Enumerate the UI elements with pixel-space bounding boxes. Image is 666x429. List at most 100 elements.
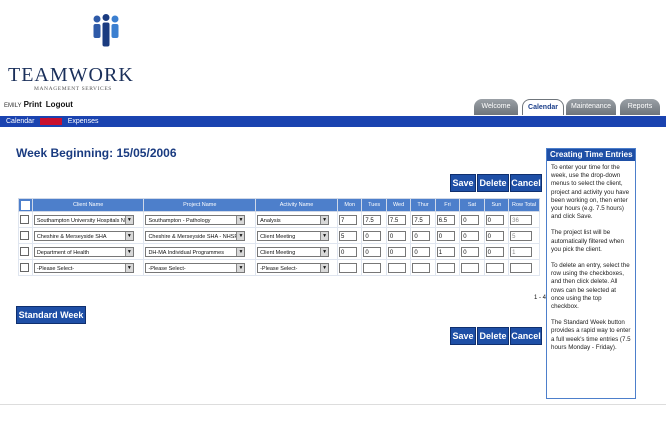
help-paragraph: The project list will be automatically f… [551,229,624,253]
hours-input-fri[interactable]: 0 [436,230,455,241]
project-select[interactable]: DH-MA Individual Programmes ▼ [145,246,246,257]
hours-input-sat[interactable]: 0 [461,246,480,257]
dropdown-arrow-icon: ▼ [124,231,133,240]
page-title: Week Beginning: 15/05/2006 [16,146,177,160]
help-paragraph: To delete an entry, select the row using… [551,262,630,311]
select-all-header [18,198,33,212]
cancel-button-bottom[interactable]: Cancel [510,327,542,345]
dropdown-arrow-icon: ▼ [236,231,245,240]
help-title: Creating Time Entries [547,149,635,161]
project-select[interactable]: -Please Select- ▼ [145,262,246,273]
hours-input-wed[interactable]: 7.5 [387,214,406,225]
hours-input-sat[interactable]: 0 [461,214,480,225]
activity-select[interactable]: -Please Select- ▼ [257,262,330,273]
hours-input-thur[interactable]: 0 [412,246,431,257]
delete-button[interactable]: Delete [477,174,509,192]
help-panel: Creating Time Entries To enter your time… [546,148,636,399]
client-select[interactable]: -Please Select- ▼ [33,262,134,273]
nav-expenses[interactable]: Expenses [68,118,99,125]
dropdown-arrow-icon: ▼ [320,247,329,256]
hours-input-fri[interactable] [436,262,455,273]
table-header-row: Client Name Project Name Activity Name M… [18,198,540,212]
hours-input-tues[interactable] [363,262,382,273]
hours-input-fri[interactable]: 1 [436,246,455,257]
hours-input-sun[interactable]: 0 [485,246,504,257]
client-select[interactable]: Cheshire & Merseyside SHA ▼ [33,230,134,241]
help-body: To enter your time for the week, use the… [547,161,635,363]
hours-input-wed[interactable] [387,262,406,273]
row-checkbox[interactable] [20,247,29,257]
footer-divider [0,404,666,405]
row-checkbox[interactable] [20,263,29,273]
hours-input-mon[interactable]: 0 [338,246,357,257]
cancel-button[interactable]: Cancel [510,174,542,192]
hours-input-wed[interactable]: 0 [387,246,406,257]
col-project: Project Name [143,198,257,212]
save-button-bottom[interactable]: Save [450,327,476,345]
dropdown-arrow-icon: ▼ [124,247,133,256]
activity-select[interactable]: Client Meeting ▼ [257,246,330,257]
col-sat: Sat [459,198,485,212]
hours-input-fri[interactable]: 6.5 [436,214,455,225]
user-name: EMILY [4,103,22,109]
hours-input-wed[interactable]: 0 [387,230,406,241]
table-row: Southampton University Hospitals NH ▼ Sou… [18,211,540,228]
nav-time[interactable]: Time [40,118,62,125]
row-total: 1 [510,246,533,257]
standard-week-button[interactable]: Standard Week [16,306,86,324]
row-total: 36 [510,214,533,225]
save-button[interactable]: Save [450,174,476,192]
dropdown-arrow-icon: ▼ [236,215,245,224]
hours-input-thur[interactable] [412,262,431,273]
client-select[interactable]: Southampton University Hospitals NH ▼ [33,214,134,225]
hours-input-tues[interactable]: 0 [363,230,382,241]
hours-input-thur[interactable]: 7.5 [412,214,431,225]
hours-input-sun[interactable] [485,262,504,273]
help-paragraph: The Standard Week button provides a rapi… [551,319,631,351]
tab-calendar[interactable]: Calendar [522,99,564,115]
tab-maintenance[interactable]: Maintenance [566,99,616,115]
dropdown-arrow-icon: ▼ [320,231,329,240]
tab-reports[interactable]: Reports [620,99,660,115]
hours-input-thur[interactable]: 0 [412,230,431,241]
logout-link[interactable]: Logout [46,100,73,109]
project-select[interactable]: Cheshire & Merseyside SHA - NHSFT ▼ [145,230,246,241]
hours-input-tues[interactable]: 0 [363,246,382,257]
hours-input-tues[interactable]: 7.5 [363,214,382,225]
print-link[interactable]: Print [24,100,42,109]
col-sun: Sun [483,198,510,212]
nav-calendar[interactable]: Calendar [6,118,34,125]
table-row: -Please Select- ▼ -Please Select- ▼ -Pleas… [18,259,540,276]
hours-input-sun[interactable]: 0 [485,214,504,225]
dropdown-arrow-icon: ▼ [320,263,329,272]
activity-select[interactable]: Client Meeting ▼ [257,230,330,241]
project-select[interactable]: Southampton - Pathology ▼ [145,214,246,225]
hours-input-sat[interactable]: 0 [461,230,480,241]
dropdown-arrow-icon: ▼ [124,263,133,272]
table-row: Department of Health ▼ DH-MA Individual P… [18,243,540,260]
pager-text: 1 - 4 [534,295,547,301]
col-client: Client Name [31,198,145,212]
col-thur: Thur [410,198,436,212]
row-checkbox[interactable] [20,215,29,225]
col-mon: Mon [336,198,363,212]
delete-button-bottom[interactable]: Delete [477,327,509,345]
select-all-checkbox[interactable] [20,200,30,210]
col-wed: Wed [385,198,412,212]
col-activity: Activity Name [255,198,338,212]
hours-input-mon[interactable]: 7 [338,214,357,225]
help-paragraph: To enter your time for the week, use the… [551,164,630,221]
client-select[interactable]: Department of Health ▼ [33,246,134,257]
col-fri: Fri [434,198,461,212]
col-row-total: Row Total [508,198,540,212]
dropdown-arrow-icon: ▼ [236,263,245,272]
sub-nav-bar: Calendar Time Expenses [0,116,666,127]
hours-input-mon[interactable]: 5 [338,230,357,241]
hours-input-sun[interactable]: 0 [485,230,504,241]
row-checkbox[interactable] [20,231,29,241]
hours-input-sat[interactable] [461,262,480,273]
tab-welcome[interactable]: Welcome [474,99,518,115]
hours-input-mon[interactable] [338,262,357,273]
activity-select[interactable]: Analysis ▼ [257,214,330,225]
dropdown-arrow-icon: ▼ [124,215,133,224]
